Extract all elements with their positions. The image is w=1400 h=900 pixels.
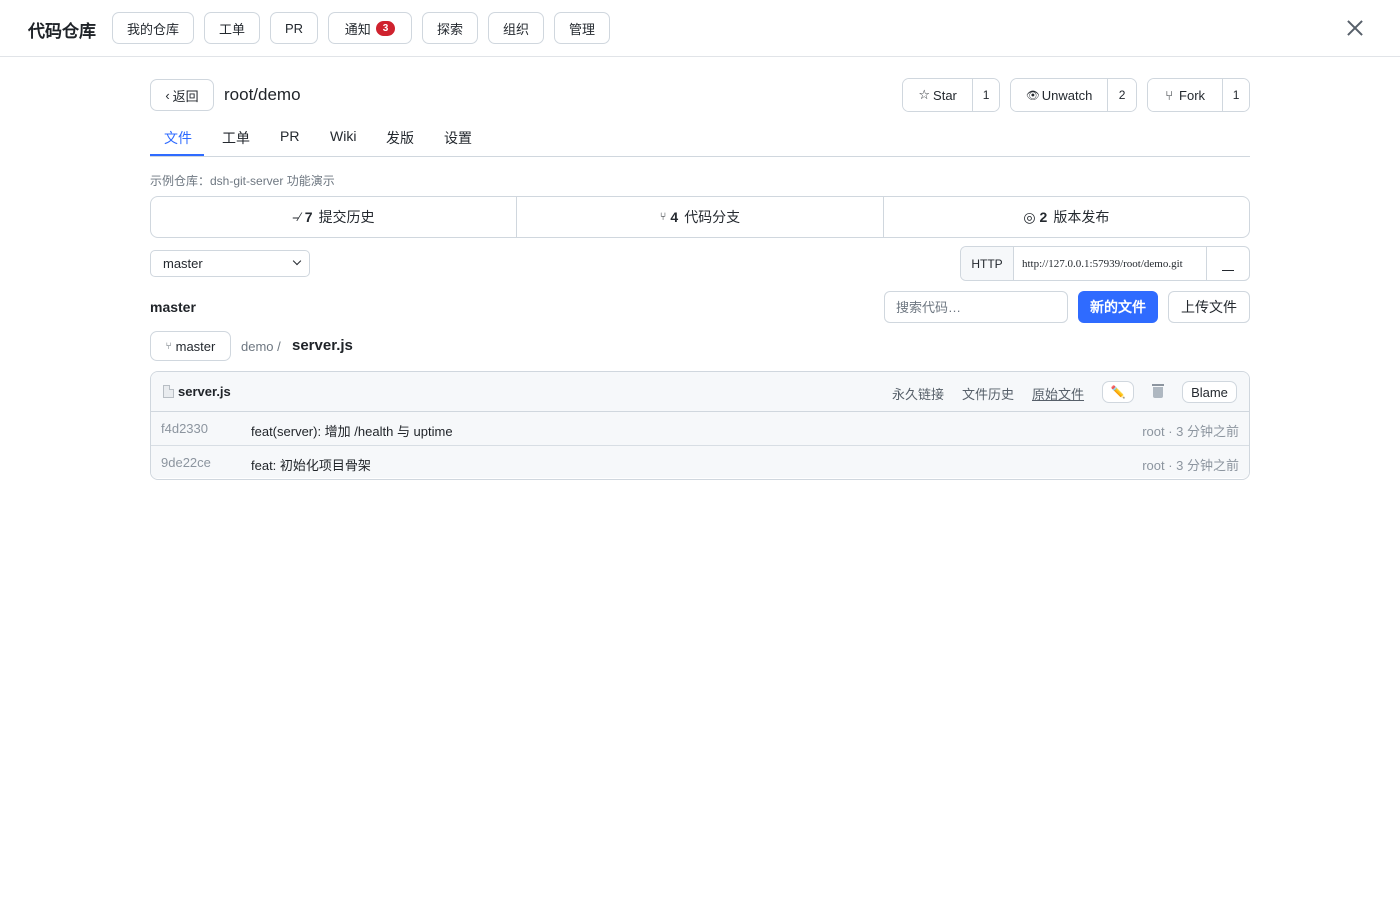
stat-branches-label: 代码分支 (684, 209, 741, 225)
commit-sha[interactable]: f4d2330 (161, 421, 208, 436)
star-button[interactable]: ☆ Star (903, 79, 974, 111)
tab-wiki[interactable]: Wiki (330, 128, 356, 144)
star-count[interactable]: 1 (973, 79, 999, 111)
raw-file-link[interactable]: 原始文件 (1032, 384, 1084, 403)
star-group: ☆ Star 1 (902, 78, 1000, 112)
repo-tabs: 文件 工单 PR Wiki 发版 设置 (150, 118, 1250, 157)
branch-select[interactable]: master (150, 250, 310, 277)
unwatch-button[interactable]: 👁 Unwatch (1011, 79, 1109, 111)
breadcrumb-file: server.js (292, 337, 353, 354)
fork-icon: ⑂ (1165, 87, 1174, 103)
eye-icon: 👁 (1025, 89, 1040, 102)
code-search-input[interactable] (884, 291, 1068, 323)
stat-branches[interactable]: ⑂ 4 代码分支 (516, 197, 882, 237)
tab-settings[interactable]: 设置 (444, 128, 472, 148)
clone-url-field[interactable]: http://127.0.0.1:57939/root/demo.git (1014, 247, 1207, 280)
fork-group: ⑂ Fork 1 (1147, 78, 1250, 112)
trash-icon[interactable] (1152, 384, 1164, 398)
active-tab-indicator (150, 154, 204, 156)
nav-pr[interactable]: PR (270, 12, 318, 44)
star-label: Star (933, 87, 957, 103)
star-icon: ☆ (918, 87, 931, 102)
nav-explore-label: 探索 (436, 21, 463, 37)
back-button-label: 返回 (172, 88, 199, 104)
nav-issues-label: 工单 (218, 21, 245, 37)
commit-row[interactable]: f4d2330 feat(server): 增加 /health 与 uptim… (151, 412, 1249, 445)
tab-issues[interactable]: 工单 (222, 128, 250, 148)
clone-url-box: HTTP http://127.0.0.1:57939/root/demo.gi… (960, 246, 1250, 281)
commit-row[interactable]: 9de22ce feat: 初始化项目骨架 root · 3 分钟之前 (151, 445, 1249, 478)
fork-label: Fork (1179, 87, 1206, 103)
release-icon: ◎ (1023, 208, 1036, 225)
new-file-button[interactable]: 新的文件 (1078, 291, 1158, 323)
repo-stats: ⎯⁄ 7 提交历史 ⑂ 4 代码分支 ◎ 2 版本发布 (150, 196, 1250, 238)
file-name-label: server.js (178, 384, 231, 399)
nav-admin-label: 管理 (568, 21, 595, 37)
watch-count[interactable]: 2 (1108, 79, 1136, 111)
top-nav-bar: 代码仓库 我的仓库 工单 PR 通知 3 探索 组织 管理 (0, 0, 1400, 57)
nav-notifications-label: 通知 (344, 21, 371, 37)
stat-branches-count: 4 (670, 209, 679, 225)
chevron-left-icon: ‹ (165, 87, 170, 103)
nav-orgs-label: 组织 (502, 21, 529, 37)
copy-icon (1222, 269, 1234, 271)
close-icon[interactable] (1344, 17, 1366, 39)
fork-count[interactable]: 1 (1223, 79, 1249, 111)
unwatch-label: Unwatch (1041, 87, 1093, 103)
edit-button[interactable]: ✏️ (1102, 381, 1134, 403)
nav-admin[interactable]: 管理 (554, 12, 610, 44)
app-brand[interactable]: 代码仓库 (28, 17, 96, 42)
tab-files[interactable]: 文件 (164, 128, 192, 148)
nav-notifications[interactable]: 通知 3 (328, 12, 412, 44)
commit-meta: root · 3 分钟之前 (1142, 458, 1239, 473)
nav-explore[interactable]: 探索 (422, 12, 478, 44)
branch-select-value: master (163, 256, 203, 271)
clone-protocol-button[interactable]: HTTP (961, 247, 1014, 280)
pencil-icon: ✏️ (1110, 385, 1126, 399)
nav-pr-label: PR (284, 20, 304, 36)
watch-group: 👁 Unwatch 2 (1010, 78, 1137, 112)
repo-title: root/demo (224, 85, 301, 104)
branch-chip-label: master (175, 338, 216, 354)
stat-commits-label: 提交历史 (318, 209, 375, 225)
back-button[interactable]: ‹ 返回 (150, 79, 214, 111)
commit-meta: root · 3 分钟之前 (1142, 424, 1239, 439)
nav-issues[interactable]: 工单 (204, 12, 260, 44)
current-branch-label: master (150, 299, 196, 315)
breadcrumb-dir[interactable]: demo / (241, 339, 281, 354)
stat-releases-count: 2 (1039, 209, 1048, 225)
stat-commits[interactable]: ⎯⁄ 7 提交历史 (151, 197, 516, 237)
fork-button[interactable]: ⑂ Fork (1148, 79, 1224, 111)
branch-icon: ⑂ (659, 211, 667, 223)
stat-releases[interactable]: ◎ 2 版本发布 (882, 197, 1249, 237)
permalink-link[interactable]: 永久链接 (892, 384, 944, 403)
tab-releases[interactable]: 发版 (386, 128, 414, 148)
chevron-down-icon (292, 256, 302, 266)
commit-message[interactable]: feat(server): 增加 /health 与 uptime (251, 421, 453, 440)
nav-my-repos[interactable]: 我的仓库 (112, 12, 194, 44)
repo-description: 示例仓库：dsh-git-server 功能演示 (150, 174, 335, 188)
nav-my-repos-label: 我的仓库 (126, 21, 179, 37)
nav-orgs[interactable]: 组织 (488, 12, 544, 44)
branch-icon: ⑂ (165, 340, 172, 352)
blame-button[interactable]: Blame (1182, 381, 1237, 403)
file-history-link[interactable]: 文件历史 (962, 384, 1014, 403)
stat-releases-label: 版本发布 (1053, 209, 1110, 225)
file-header: server.js 永久链接 文件历史 原始文件 ✏️ Blame (151, 372, 1249, 412)
commit-sha[interactable]: 9de22ce (161, 455, 211, 470)
file-name: server.js (163, 384, 231, 399)
file-icon (163, 385, 174, 398)
stat-commits-count: 7 (304, 209, 313, 225)
commit-history-icon: ⎯⁄ (292, 209, 301, 224)
commit-message[interactable]: feat: 初始化项目骨架 (251, 455, 371, 474)
copy-url-button[interactable] (1207, 247, 1249, 280)
branch-chip[interactable]: ⑂ master (150, 331, 231, 361)
notification-count-badge: 3 (375, 20, 396, 36)
upload-file-button[interactable]: 上传文件 (1168, 291, 1250, 323)
tab-pr[interactable]: PR (280, 128, 299, 144)
file-panel: server.js 永久链接 文件历史 原始文件 ✏️ Blame f4d233… (150, 371, 1250, 480)
